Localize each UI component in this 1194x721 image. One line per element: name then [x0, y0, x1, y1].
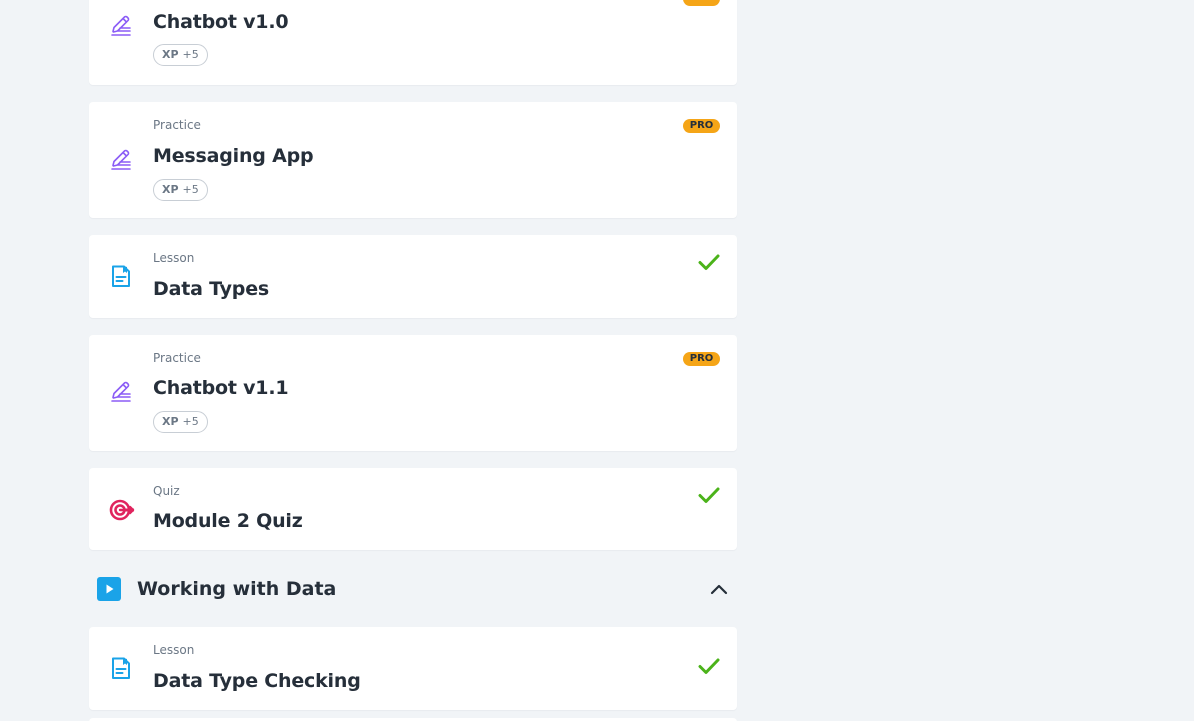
- pro-badge: PRO: [683, 119, 720, 133]
- xp-value: +5: [182, 48, 199, 61]
- xp-badge: XP +5: [153, 179, 208, 201]
- module-title: Working with Data: [137, 578, 337, 600]
- check-icon: [698, 658, 720, 674]
- xp-badge: XP +5: [153, 44, 208, 66]
- xp-value: +5: [182, 415, 199, 428]
- lesson-card-chatbot-v1-1[interactable]: Practice PRO Chatbot v1.1 XP +5: [89, 335, 737, 451]
- quiz-card-module-2[interactable]: Quiz Module 2 Quiz: [89, 468, 737, 550]
- xp-label: XP: [162, 415, 179, 428]
- lesson-card-messaging-app[interactable]: Practice PRO Messaging App XP +5: [89, 102, 737, 218]
- item-type: Practice: [153, 118, 201, 132]
- lesson-doc-icon: [112, 657, 130, 679]
- xp-badge: XP +5: [153, 411, 208, 433]
- play-icon: [97, 577, 121, 601]
- chevron-up-icon[interactable]: [709, 580, 729, 598]
- item-title: Messaging App: [153, 145, 314, 167]
- item-type: Lesson: [153, 643, 195, 657]
- xp-label: XP: [162, 183, 179, 196]
- lesson-card-chatbot-v1-0[interactable]: Chatbot v1.0 XP +5: [89, 0, 737, 85]
- xp-value: +5: [182, 183, 199, 196]
- item-title: Data Types: [153, 278, 269, 300]
- item-type: Practice: [153, 351, 201, 365]
- target-icon: [109, 499, 135, 521]
- lesson-doc-icon: [112, 265, 130, 287]
- course-module-list: Chatbot v1.0 XP +5 Practice PRO Messaging…: [0, 0, 1194, 721]
- check-icon: [698, 254, 720, 270]
- pro-badge: PRO: [683, 352, 720, 366]
- item-type: Quiz: [153, 484, 180, 498]
- pencil-icon: [111, 381, 131, 402]
- pencil-icon: [111, 149, 131, 170]
- lesson-card-data-type-checking[interactable]: Lesson Data Type Checking: [89, 627, 737, 710]
- module-header-working-with-data[interactable]: Working with Data: [89, 568, 737, 610]
- pro-badge: [683, 0, 720, 6]
- item-title: Chatbot v1.1: [153, 377, 289, 399]
- item-title: Module 2 Quiz: [153, 510, 303, 532]
- pencil-icon: [111, 15, 131, 36]
- item-type: Lesson: [153, 251, 195, 265]
- lesson-card-data-types[interactable]: Lesson Data Types: [89, 235, 737, 318]
- item-title: Chatbot v1.0: [153, 11, 289, 33]
- xp-label: XP: [162, 48, 179, 61]
- check-icon: [698, 487, 720, 503]
- item-title: Data Type Checking: [153, 670, 361, 692]
